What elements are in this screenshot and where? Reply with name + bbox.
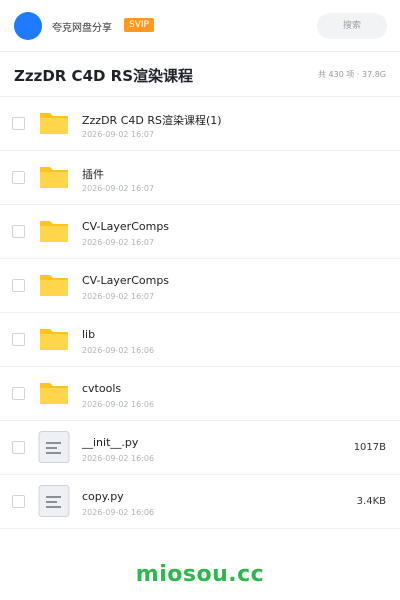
file-list: ZzzDR C4D RS渲染课程(1) 2026-09-02 16:07 插件 … (0, 97, 400, 529)
file-name: CV-LayerComps (82, 220, 170, 233)
search-input[interactable]: 搜索 (317, 13, 387, 39)
row-checkbox[interactable] (12, 495, 25, 508)
file-name: lib (82, 328, 96, 341)
file-date: 2026-09-02 16:06 (82, 346, 155, 355)
file-name: cvtools (82, 382, 122, 395)
document-icon (38, 431, 70, 463)
file-name: __init__.py (82, 436, 139, 449)
file-date: 2026-09-02 16:07 (82, 238, 155, 247)
folder-icon (40, 383, 68, 404)
document-icon (38, 485, 70, 517)
list-item[interactable]: __init__.py 2026-09-02 16:06 1017B (0, 421, 400, 475)
list-item[interactable]: ZzzDR C4D RS渲染课程(1) 2026-09-02 16:07 (0, 97, 400, 151)
avatar[interactable] (14, 12, 42, 40)
list-item[interactable]: cvtools 2026-09-02 16:06 (0, 367, 400, 421)
list-item[interactable]: copy.py 2026-09-02 16:06 3.4KB (0, 475, 400, 529)
file-name: CV-LayerComps (82, 274, 170, 287)
list-item[interactable]: CV-LayerComps 2026-09-02 16:07 (0, 205, 400, 259)
file-size: 1017B (353, 442, 386, 453)
file-name: copy.py (82, 490, 124, 503)
file-name: 插件 (82, 168, 104, 181)
list-item[interactable]: lib 2026-09-02 16:06 (0, 313, 400, 367)
header: 夸克网盘分享 SVIP 搜索 (0, 0, 400, 52)
item-summary: 共 430 项 · 37.8G (318, 70, 386, 79)
row-checkbox[interactable] (12, 117, 25, 130)
folder-icon (40, 275, 68, 296)
row-checkbox[interactable] (12, 333, 25, 346)
svip-badge: SVIP (124, 18, 154, 32)
row-checkbox[interactable] (12, 279, 25, 292)
folder-icon (40, 329, 68, 350)
file-date: 2026-09-02 16:07 (82, 130, 155, 139)
watermark: miosou.cc (135, 562, 265, 587)
list-item[interactable]: CV-LayerComps 2026-09-02 16:07 (0, 259, 400, 313)
row-checkbox[interactable] (12, 441, 25, 454)
folder-icon (40, 221, 68, 242)
folder-icon (40, 113, 68, 134)
file-date: 2026-09-02 16:07 (82, 184, 155, 193)
file-date: 2026-09-02 16:06 (82, 400, 155, 409)
list-item[interactable]: 插件 2026-09-02 16:07 (0, 151, 400, 205)
title-bar: ZzzDR C4D RS渲染课程 共 430 项 · 37.8G (0, 52, 400, 97)
file-name: ZzzDR C4D RS渲染课程(1) (82, 114, 222, 127)
file-size: 3.4KB (356, 496, 386, 507)
page-title: ZzzDR C4D RS渲染课程 (14, 67, 194, 85)
folder-icon (40, 167, 68, 188)
row-checkbox[interactable] (12, 171, 25, 184)
file-date: 2026-09-02 16:06 (82, 454, 155, 463)
file-date: 2026-09-02 16:06 (82, 508, 155, 517)
row-checkbox[interactable] (12, 225, 25, 238)
username: 夸克网盘分享 (52, 23, 112, 34)
row-checkbox[interactable] (12, 387, 25, 400)
file-date: 2026-09-02 16:07 (82, 292, 155, 301)
